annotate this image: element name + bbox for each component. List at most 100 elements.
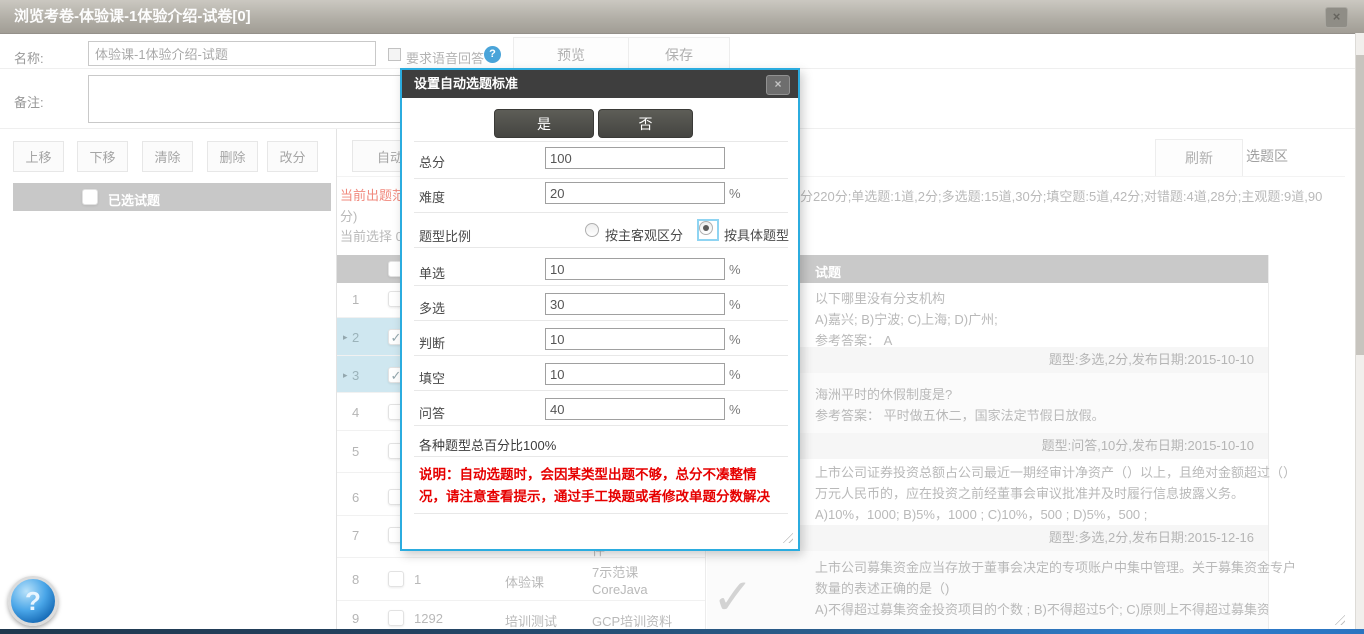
row-number: 8: [352, 572, 359, 587]
name-label: 名称:: [14, 48, 44, 67]
help-button[interactable]: ?: [8, 576, 58, 626]
essay-input[interactable]: [545, 398, 725, 420]
fill-blank-label: 填空: [419, 368, 445, 387]
row-material: GCP培训资料: [592, 611, 672, 630]
refresh-button[interactable]: 刷新: [1155, 139, 1243, 177]
voice-answer-checkbox[interactable]: [388, 48, 401, 61]
question-text: 上市公司证券投资总额占公司最近一期经审计净资产（）以上，且绝对金额超过（）: [815, 462, 1296, 483]
true-false-label: 判断: [419, 333, 445, 352]
name-input[interactable]: [88, 41, 376, 66]
question-text: 万元人民币的，应在投资之前经董事会审议批准并及时履行信息披露义务。: [815, 483, 1244, 504]
dialog-titlebar: 设置自动选题标准 ×: [402, 70, 798, 98]
preview-button[interactable]: 预览: [513, 37, 629, 72]
question-scope-summary-red: 当前出题范: [340, 185, 405, 204]
radio-selected-dot: [703, 225, 709, 231]
row-number: 5: [352, 444, 359, 459]
question-text: 海洲平时的休假制度是?: [815, 384, 952, 405]
dialog-close-button[interactable]: ×: [766, 75, 790, 95]
voice-help-icon[interactable]: ?: [484, 46, 501, 63]
divider: [414, 355, 788, 356]
selected-questions-header-label: 已选试题: [108, 190, 160, 209]
dialog-title: 设置自动选题标准: [414, 70, 518, 98]
fill-blank-input[interactable]: [545, 363, 725, 385]
multi-choice-label: 多选: [419, 298, 445, 317]
single-choice-label: 单选: [419, 263, 445, 282]
no-button[interactable]: 否: [598, 109, 693, 138]
browse-exam-window: 浏览考卷-体验课-1体验介绍-试卷[0] × 名称: 要求语音回答 ? 预览 保…: [0, 0, 1364, 634]
percent-sign: %: [729, 402, 741, 417]
vertical-scrollbar-thumb[interactable]: [1356, 55, 1364, 355]
window-close-button[interactable]: ×: [1325, 7, 1348, 28]
divider: [414, 141, 788, 142]
warning-text-line1: 说明：自动选题时，会因某类型出题不够，总分不凑整情: [419, 464, 785, 486]
question-panel-header-label: 试题: [815, 262, 841, 281]
save-button[interactable]: 保存: [628, 37, 730, 72]
question-scope-summary: 分220分;单选题:1道,2分;多选题:15道,30分;填空题:5道,42分;对…: [800, 186, 1345, 205]
dialog-resize-handle[interactable]: [780, 530, 793, 543]
change-score-button[interactable]: 改分: [267, 141, 318, 172]
divider: [414, 425, 788, 426]
row-number: 1: [352, 292, 359, 307]
current-selection-count: 当前选择 0: [340, 226, 403, 245]
row-material: 7示范课: [592, 562, 638, 581]
row-number: 7: [352, 528, 359, 543]
warning-text-line2: 况，请注意查看提示，通过手工换题或者修改单题分数解决: [419, 486, 785, 508]
row-number: 3: [352, 368, 359, 383]
row-course: 培训测试: [505, 611, 557, 630]
question-text: 数量的表述正确的是（): [815, 578, 949, 599]
row-checkbox[interactable]: [388, 571, 404, 587]
radio-by-subjective-objective-label: 按主客观区分: [605, 225, 683, 244]
row-material: CoreJava: [592, 582, 648, 597]
percent-sign: %: [729, 297, 741, 312]
row-number: 6: [352, 490, 359, 505]
selection-zone-label: 选题区: [1246, 146, 1288, 166]
radio-by-subjective-objective[interactable]: [585, 223, 599, 237]
window-titlebar: 浏览考卷-体验课-1体验介绍-试卷[0]: [0, 0, 1364, 34]
difficulty-label: 难度: [419, 187, 445, 206]
yes-button[interactable]: 是: [494, 109, 594, 138]
row-course: 体验课: [505, 572, 544, 591]
delete-button[interactable]: 删除: [207, 141, 258, 172]
divider: [414, 456, 788, 457]
panel-resize-handle[interactable]: [1332, 612, 1345, 625]
window-title: 浏览考卷-体验课-1体验介绍-试卷[0]: [14, 0, 251, 33]
question-text: 上市公司募集资金应当存放于董事会决定的专项账户中集中管理。关于募集资金专户: [815, 557, 1296, 578]
divider: [414, 285, 788, 286]
percent-sign: %: [729, 367, 741, 382]
percent-sign: %: [729, 332, 741, 347]
move-up-button[interactable]: 上移: [13, 141, 64, 172]
auto-select-settings-dialog: 设置自动选题标准 × 是 否 总分 难度 % 题型比例 按主客观区分 按具体题型…: [400, 68, 800, 551]
total-score-input[interactable]: [545, 147, 725, 169]
question-options: A)不得超过募集资金投资项目的个数 ; B)不得超过5个; C)原则上不得超过募…: [815, 599, 1268, 620]
percent-sign: %: [729, 262, 741, 277]
divider: [414, 390, 788, 391]
essay-label: 问答: [419, 403, 445, 422]
row-number: 4: [352, 405, 359, 420]
radio-by-specific-type-label: 按具体题型: [724, 225, 789, 244]
clear-button[interactable]: 清除: [142, 141, 193, 172]
row-id: 1292: [414, 611, 443, 626]
move-down-button[interactable]: 下移: [77, 141, 128, 172]
type-ratio-label: 题型比例: [419, 226, 471, 245]
divider: [414, 178, 788, 179]
row-expand-icon[interactable]: ▸: [343, 332, 348, 343]
difficulty-input[interactable]: [545, 182, 725, 204]
row-checkbox[interactable]: [388, 610, 404, 626]
divider: [414, 212, 788, 213]
summary-line2: 分): [340, 206, 357, 225]
voice-answer-label: 要求语音回答: [406, 48, 484, 67]
selected-questions-header: [13, 183, 331, 211]
divider: [414, 247, 788, 248]
selected-questions-select-all-checkbox[interactable]: [82, 189, 98, 205]
divider: [414, 320, 788, 321]
row-expand-icon[interactable]: ▸: [343, 370, 348, 381]
question-options: A)嘉兴; B)宁波; C)上海; D)广州;: [815, 309, 998, 330]
multi-choice-input[interactable]: [545, 293, 725, 315]
background-window-edge: [0, 629, 1364, 634]
single-choice-input[interactable]: [545, 258, 725, 280]
note-label: 备注:: [14, 92, 44, 111]
question-selected-check-icon: ✓: [712, 568, 754, 626]
total-percent-note: 各种题型总百分比100%: [419, 435, 556, 454]
true-false-input[interactable]: [545, 328, 725, 350]
row-id: 1: [414, 572, 421, 587]
